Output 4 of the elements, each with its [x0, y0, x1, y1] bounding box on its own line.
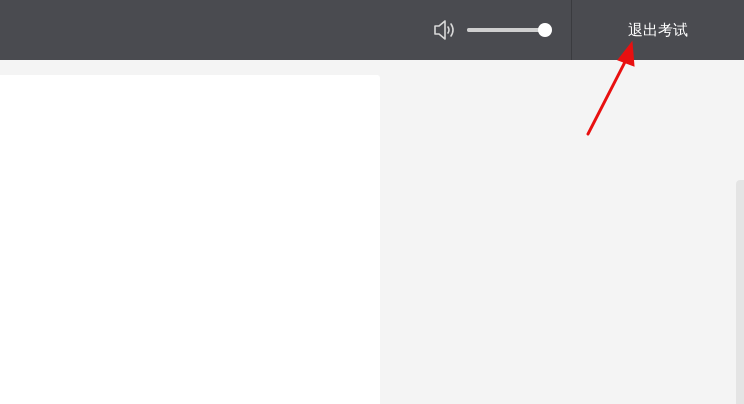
exit-exam-button[interactable]: 退出考试 — [572, 0, 744, 60]
volume-thumb[interactable] — [538, 23, 552, 37]
speaker-icon[interactable] — [433, 19, 457, 41]
volume-slider[interactable] — [467, 23, 554, 37]
